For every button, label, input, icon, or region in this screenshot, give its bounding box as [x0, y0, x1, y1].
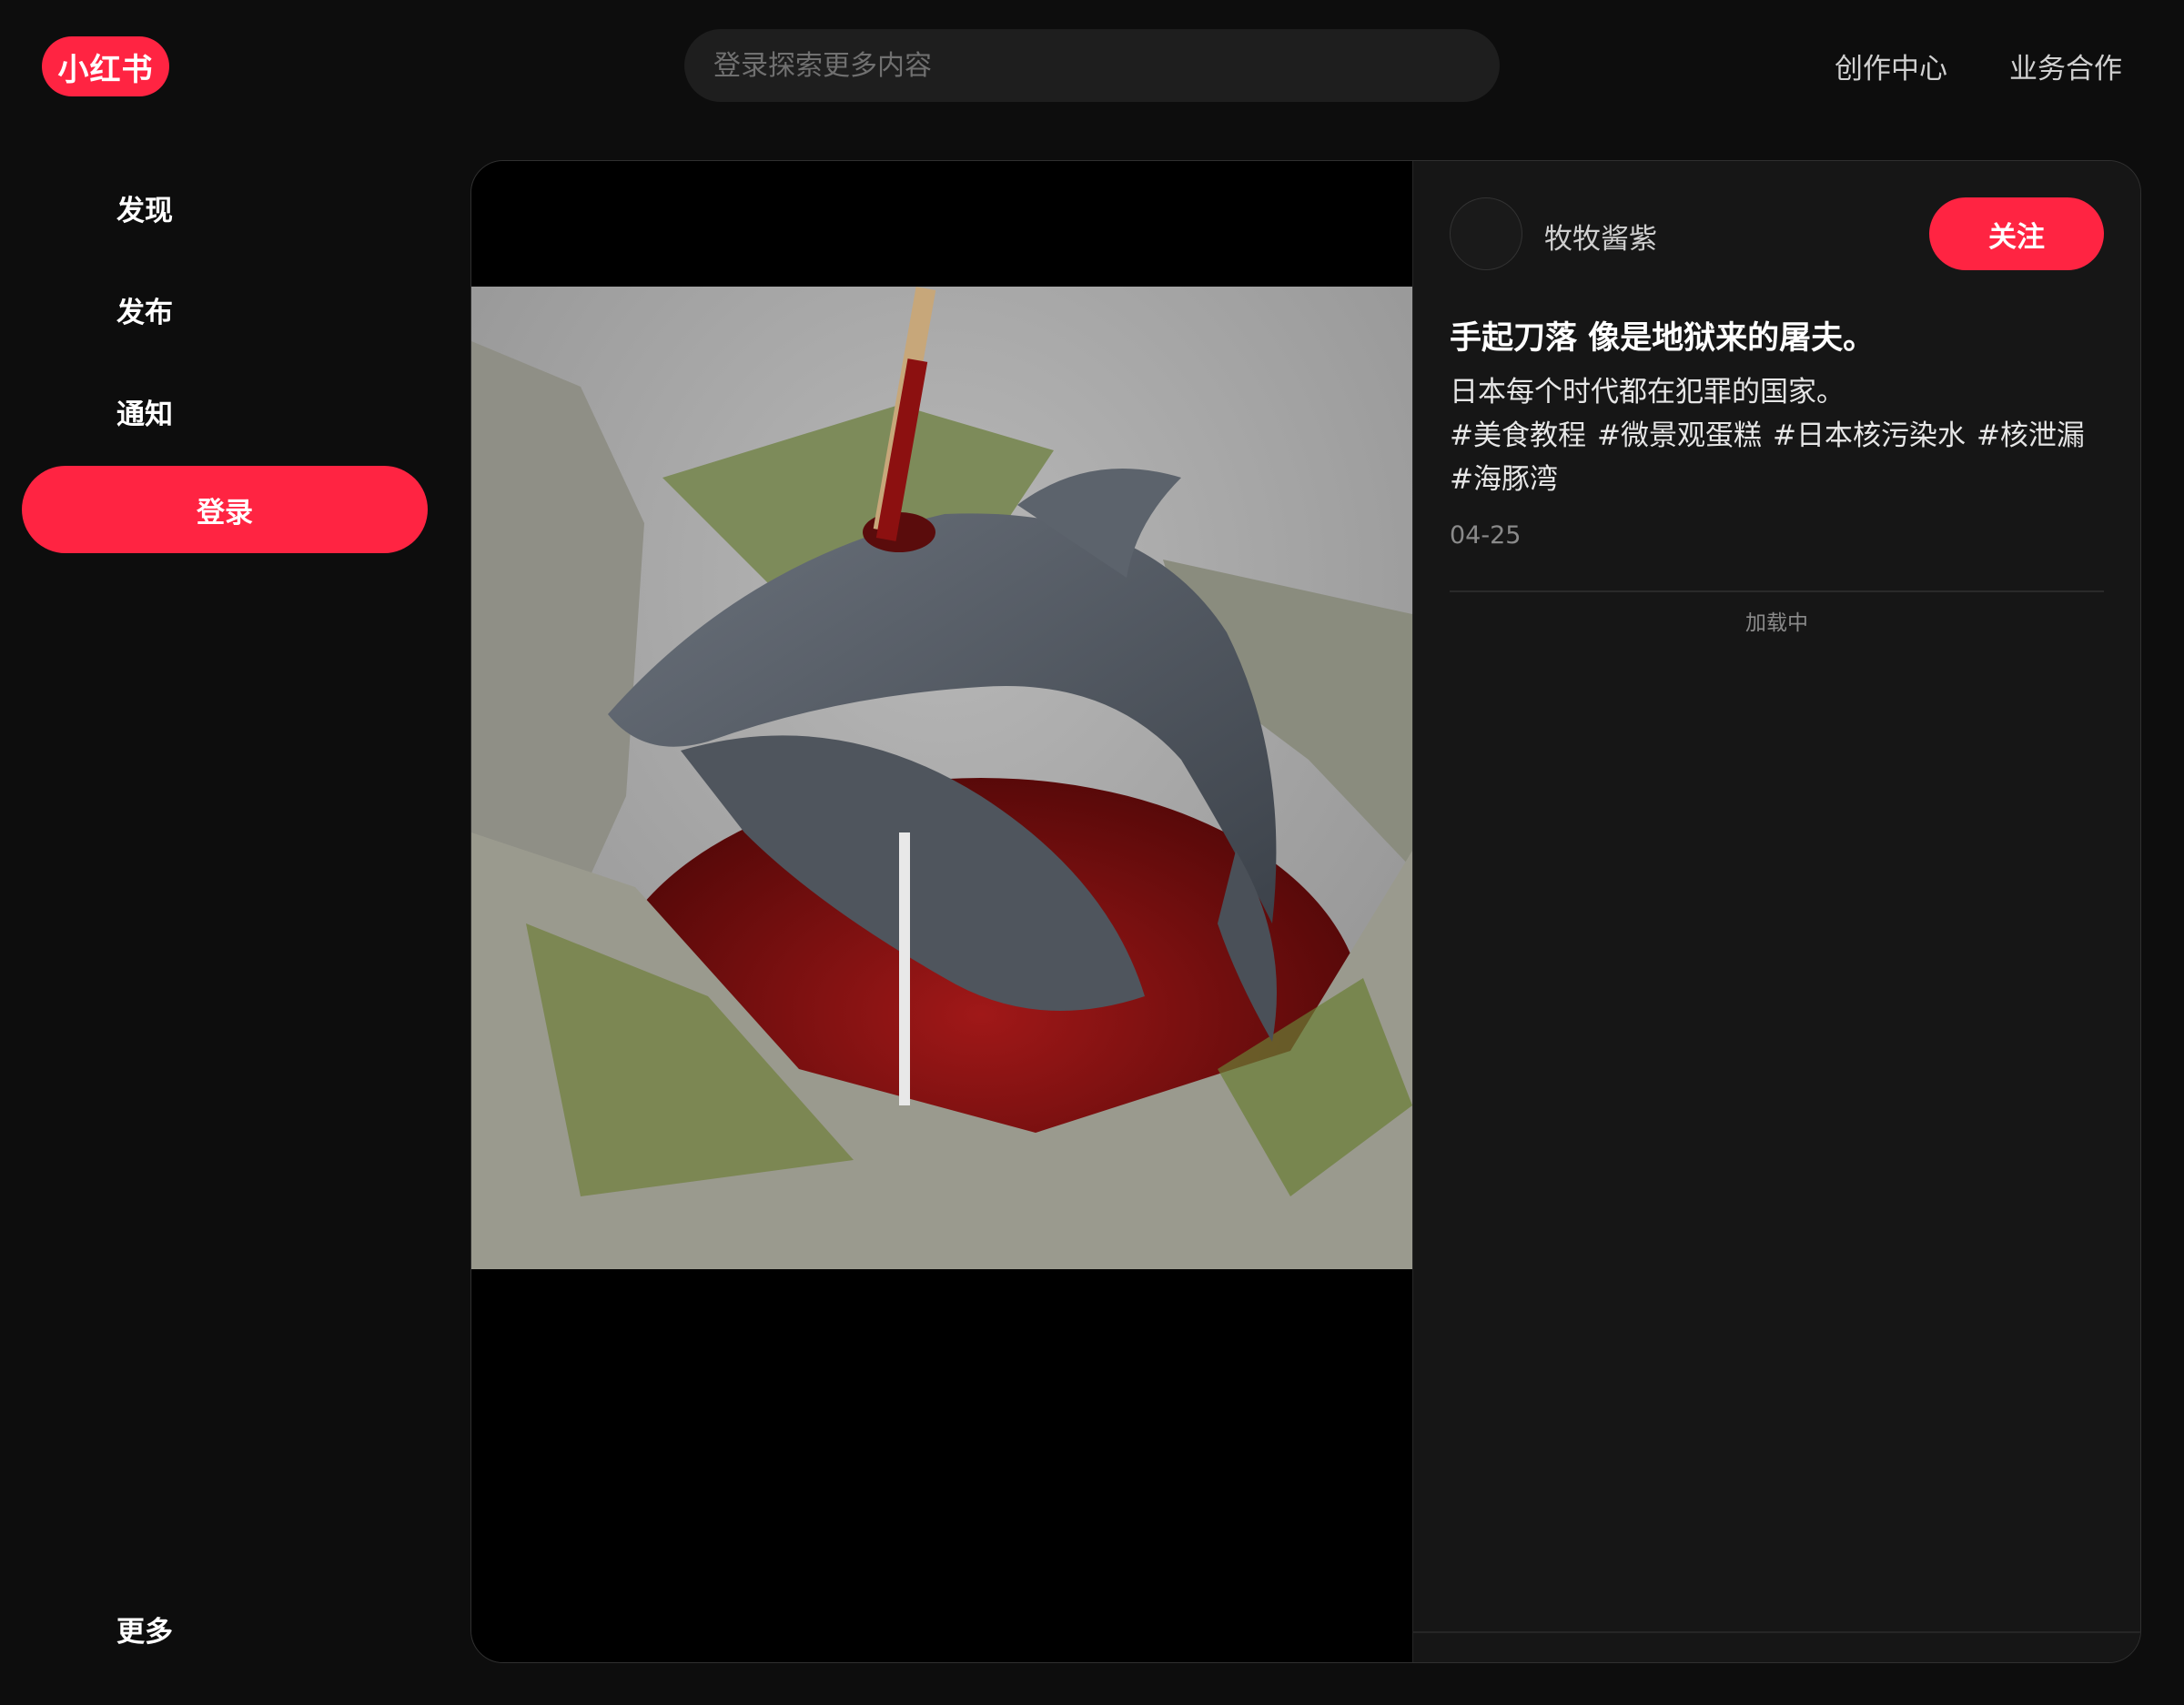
hashtag-link[interactable]: #日本核污染水 — [1773, 419, 1966, 452]
description-text: 日本每个时代都在犯罪的国家。 — [1450, 376, 1845, 409]
tag-list: #美食教程 #微景观蛋糕 #日本核污染水 #核泄漏 #海豚湾 — [1450, 414, 2113, 501]
interaction-bar — [1413, 1631, 2140, 1662]
hashtag-link[interactable]: #海豚湾 — [1450, 463, 1558, 496]
note-description: 日本每个时代都在犯罪的国家。 #美食教程 #微景观蛋糕 #日本核污染水 #核泄漏 #海… — [1450, 370, 2113, 501]
comments-loading: 加载中 — [1745, 611, 1808, 635]
note-date: 04-25 — [1450, 521, 1522, 550]
business-cooperation-link[interactable]: 业务合作 — [2009, 45, 2122, 86]
hashtag-link[interactable]: #微景观蛋糕 — [1597, 419, 1762, 452]
login-button[interactable]: 登录 — [22, 466, 428, 553]
search-input[interactable] — [684, 29, 1500, 102]
author-name[interactable]: 牧牧酱紫 — [1544, 216, 1657, 257]
note-title: 手起刀落 像是地狱来的屠夫。 — [1450, 320, 1876, 357]
dolphin-cake-image — [471, 287, 1412, 1269]
sidebar-item-more[interactable]: 更多 — [116, 1609, 173, 1650]
divider — [1450, 590, 2104, 592]
creator-center-link[interactable]: 创作中心 — [1835, 45, 1947, 86]
avatar[interactable] — [1450, 197, 1522, 270]
hashtag-link[interactable]: #美食教程 — [1450, 419, 1586, 452]
note-detail-card: 牧牧酱紫 关注 手起刀落 像是地狱来的屠夫。 日本每个时代都在犯罪的国家。 #美… — [470, 160, 2141, 1663]
note-image[interactable] — [471, 287, 1412, 1269]
xiaohongshu-logo[interactable]: 小红书 — [42, 36, 169, 96]
sidebar-item-notifications[interactable]: 通知 — [116, 391, 173, 432]
sidebar-item-discover[interactable]: 发现 — [116, 187, 173, 228]
hashtag-link[interactable]: #核泄漏 — [1977, 419, 2085, 452]
note-sidebar: 牧牧酱紫 关注 手起刀落 像是地狱来的屠夫。 日本每个时代都在犯罪的国家。 #美… — [1412, 161, 2140, 1662]
follow-button[interactable]: 关注 — [1929, 197, 2104, 270]
note-media[interactable] — [471, 161, 1412, 1662]
sidebar-item-publish[interactable]: 发布 — [116, 289, 173, 330]
